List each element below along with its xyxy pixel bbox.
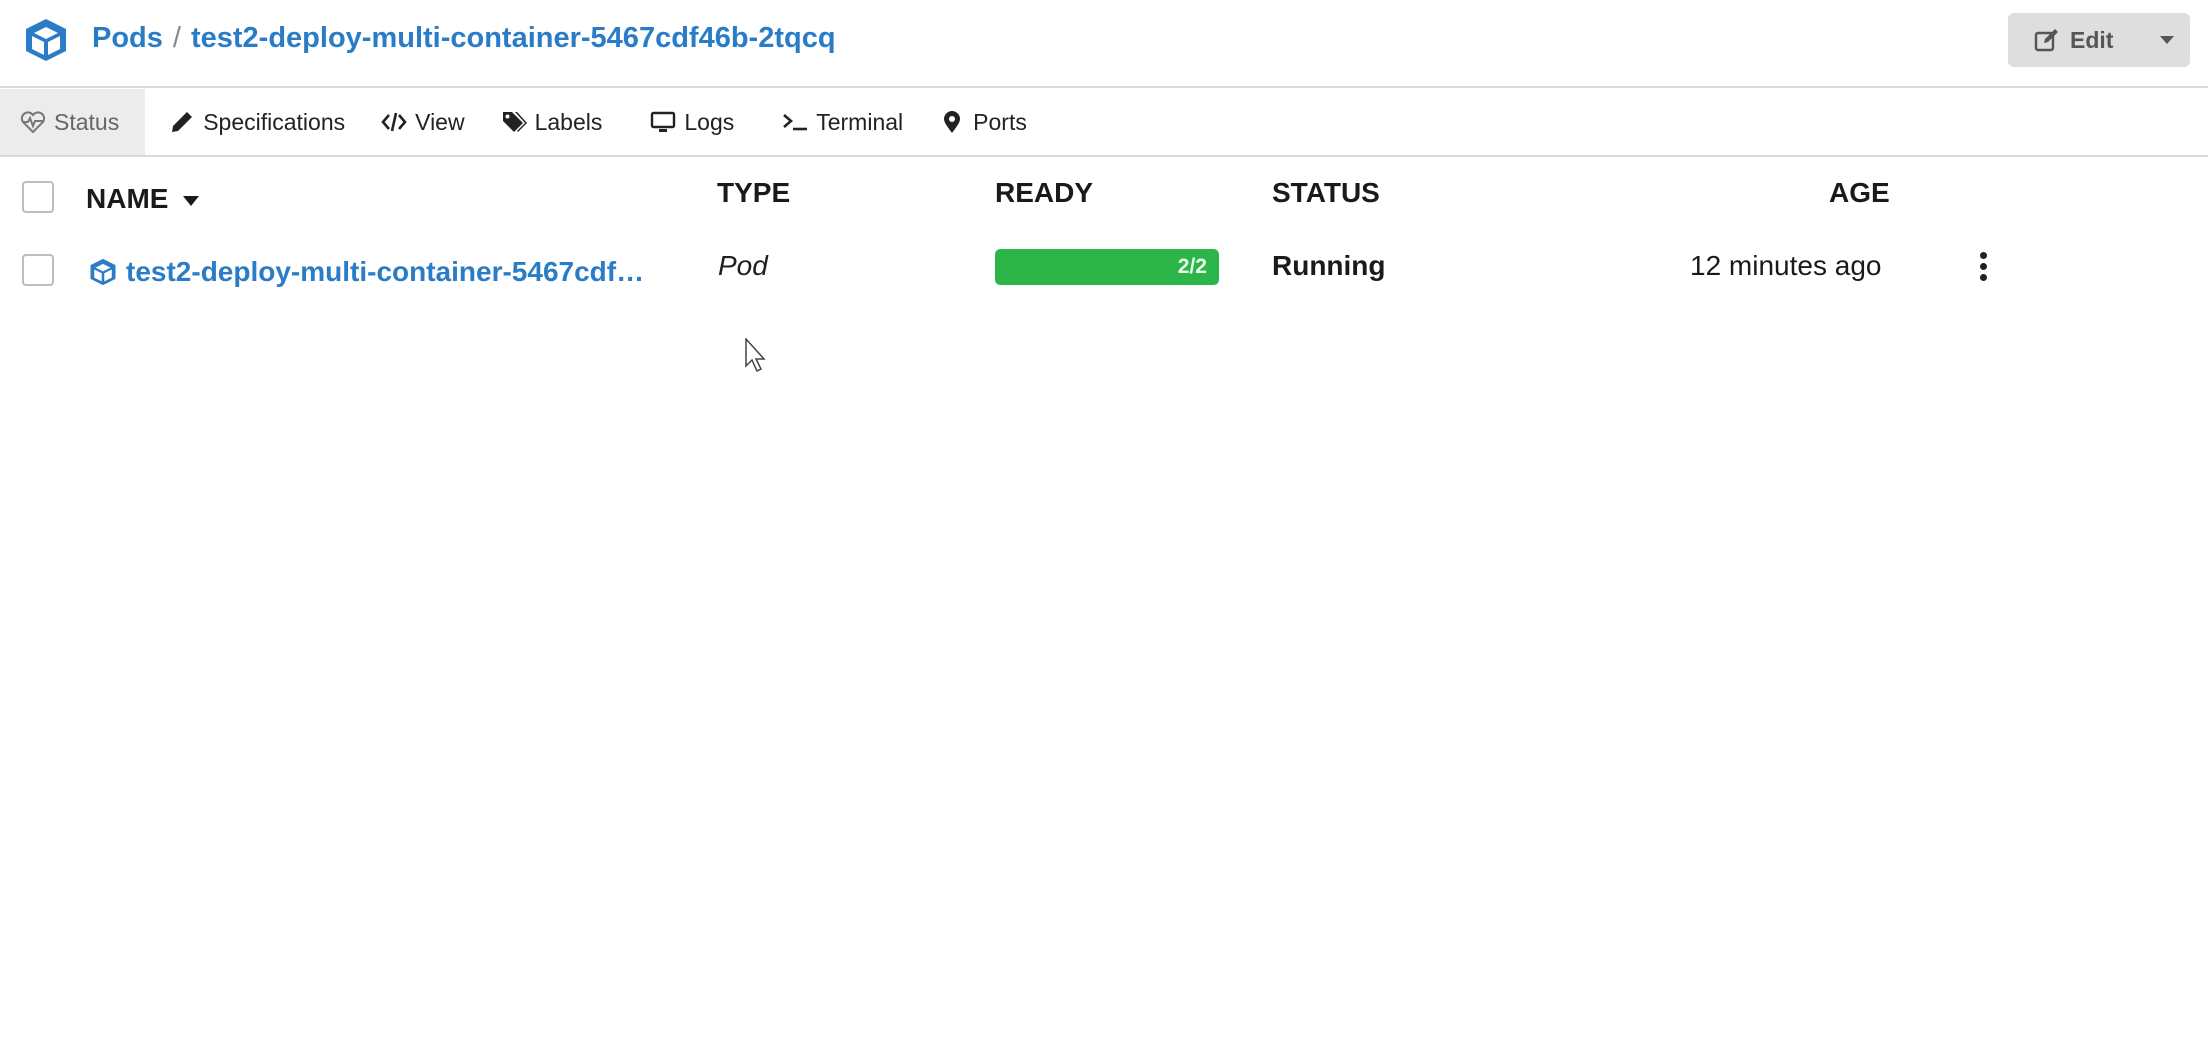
cube-icon bbox=[90, 258, 116, 286]
tab-view[interactable]: View bbox=[369, 89, 488, 155]
edit-button-group: Edit bbox=[2008, 13, 2190, 67]
caret-down-icon bbox=[2160, 35, 2174, 44]
tab-ports-label: Ports bbox=[973, 108, 1027, 135]
tab-specifications-label: Specifications bbox=[203, 108, 346, 135]
tab-bar: Status Specifications View Labels Logs T… bbox=[0, 89, 2208, 157]
tab-labels-label: Labels bbox=[534, 108, 603, 135]
breadcrumb-pods-link[interactable]: Pods bbox=[92, 22, 163, 54]
tab-labels[interactable]: Labels bbox=[489, 89, 627, 155]
edit-dropdown-toggle[interactable] bbox=[2144, 13, 2190, 67]
column-header-type[interactable]: TYPE bbox=[717, 177, 790, 209]
desktop-icon bbox=[651, 111, 676, 132]
age-value: 12 minutes ago bbox=[1690, 250, 1882, 281]
pod-name-link[interactable]: test2-deploy-multi-container-5467cdf46b-… bbox=[88, 256, 648, 288]
ready-count: 2/2 bbox=[1177, 255, 1207, 278]
breadcrumb: Pods / test2-deploy-multi-container-5467cd… bbox=[92, 22, 836, 55]
column-header-status[interactable]: STATUS bbox=[1272, 177, 1380, 209]
column-header-age[interactable]: AGE bbox=[1829, 177, 1890, 209]
breadcrumb-separator: / bbox=[172, 22, 181, 54]
page-title: test2-deploy-multi-container-5467cdf46b-… bbox=[190, 22, 836, 54]
map-marker-icon bbox=[944, 111, 961, 133]
cube-icon bbox=[26, 19, 66, 61]
pod-type: Pod bbox=[718, 250, 768, 281]
mouse-cursor-icon bbox=[745, 338, 766, 373]
tab-view-label: View bbox=[415, 108, 465, 135]
tab-status[interactable]: Status bbox=[0, 89, 146, 155]
column-header-name-label: NAME bbox=[86, 183, 169, 214]
edit-button-label: Edit bbox=[2070, 26, 2114, 53]
table-header: NAME TYPE READY STATUS AGE bbox=[0, 160, 2208, 234]
tab-terminal-label: Terminal bbox=[816, 108, 904, 135]
terminal-icon bbox=[783, 114, 808, 131]
code-icon bbox=[381, 112, 407, 132]
row-actions-menu-icon[interactable] bbox=[1968, 246, 1998, 286]
row-checkbox[interactable] bbox=[22, 254, 54, 286]
tab-terminal[interactable]: Terminal bbox=[758, 89, 927, 155]
tab-logs-label: Logs bbox=[684, 108, 735, 135]
edit-button[interactable]: Edit bbox=[2008, 13, 2144, 67]
tab-logs[interactable]: Logs bbox=[626, 89, 758, 155]
pencil-icon bbox=[172, 112, 193, 132]
ready-progress-bar: 2/2 bbox=[995, 249, 1219, 285]
select-all-checkbox[interactable] bbox=[22, 181, 54, 213]
edit-icon bbox=[2034, 29, 2058, 52]
pod-name-text: test2-deploy-multi-container-5467cdf46b-… bbox=[126, 256, 648, 287]
tags-icon bbox=[502, 112, 527, 132]
tab-status-label: Status bbox=[54, 108, 120, 135]
heartbeat-icon bbox=[20, 111, 46, 134]
column-header-name[interactable]: NAME bbox=[86, 183, 200, 215]
table-row: test2-deploy-multi-container-5467cdf46b-… bbox=[0, 234, 2208, 306]
tab-specifications[interactable]: Specifications bbox=[145, 89, 369, 155]
sort-caret-down-icon bbox=[183, 195, 200, 206]
ready-progress-fill: 2/2 bbox=[995, 249, 1219, 285]
column-header-ready[interactable]: READY bbox=[995, 177, 1093, 209]
page-header: Pods / test2-deploy-multi-container-5467cd… bbox=[0, 0, 2208, 88]
tab-ports[interactable]: Ports bbox=[927, 89, 1051, 155]
status-value: Running bbox=[1272, 250, 1386, 281]
